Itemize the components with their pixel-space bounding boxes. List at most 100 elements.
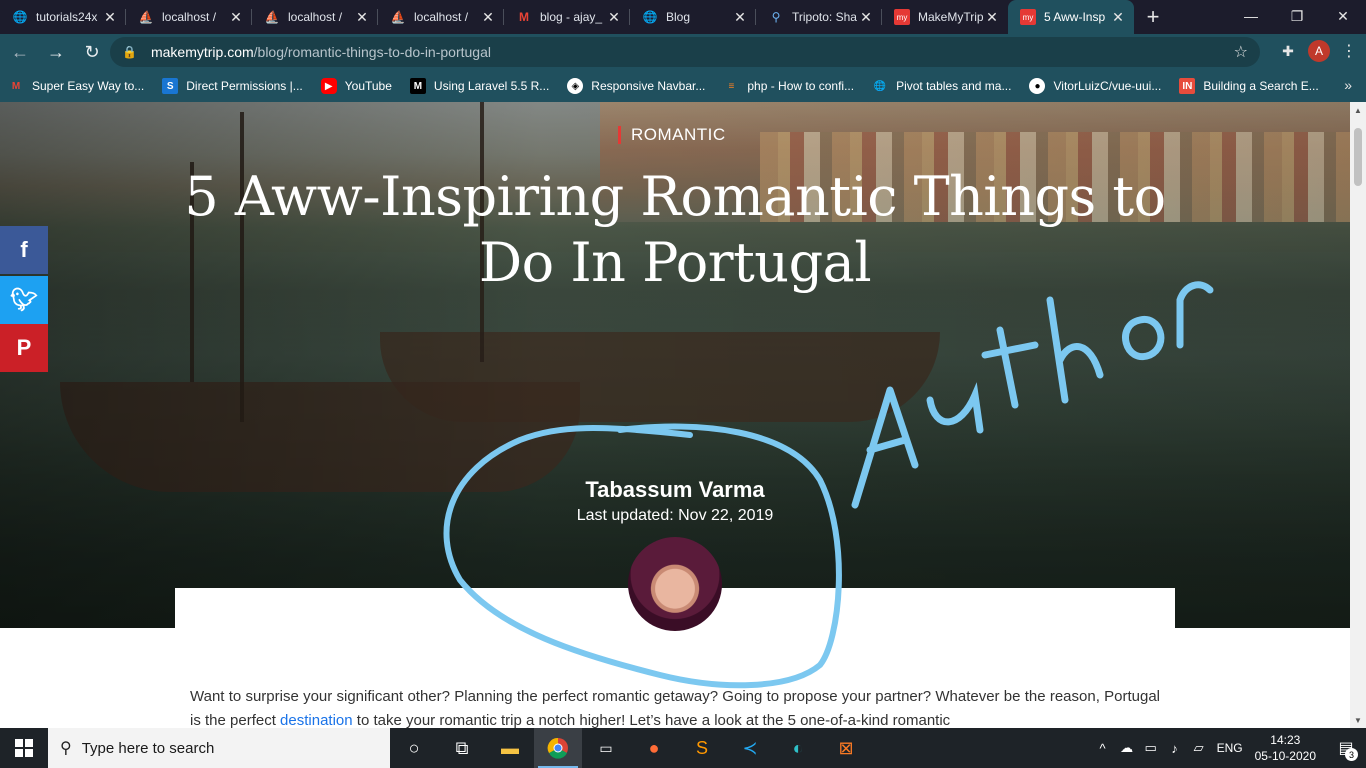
postman-icon[interactable]: ● [630, 728, 678, 768]
reload-button[interactable]: ↻ [76, 36, 108, 68]
windows-logo-icon [15, 739, 33, 757]
clock-time: 14:23 [1270, 733, 1301, 747]
back-button[interactable]: ← [4, 36, 36, 68]
twitter-icon: 🐦︎ [10, 287, 38, 312]
close-icon[interactable]: ✕ [1110, 9, 1126, 25]
close-icon[interactable]: ✕ [732, 9, 748, 25]
bookmark-item[interactable]: ▶ YouTube [320, 78, 392, 94]
new-tab-button[interactable]: + [1138, 0, 1168, 34]
tab-label: localhost / [414, 10, 469, 24]
clock[interactable]: 14:23 05-10-2020 [1255, 732, 1316, 764]
close-icon[interactable]: ✕ [984, 9, 1000, 25]
phpmyadmin-icon: ⛵ [390, 10, 406, 24]
bookmark-item[interactable]: S Direct Permissions |... [162, 78, 303, 94]
tab-blog[interactable]: 🌐 Blog ✕ [630, 0, 756, 34]
destination-link[interactable]: destination [280, 712, 353, 728]
battery-icon[interactable]: ▱ [1187, 740, 1211, 756]
scrollbar-thumb[interactable] [1354, 128, 1362, 186]
author-name[interactable]: Tabassum Varma [475, 477, 875, 503]
extensions-puzzle-icon[interactable]: ✚ [1278, 41, 1298, 61]
bookmark-label: YouTube [344, 79, 392, 93]
bookmark-item[interactable]: M Super Easy Way to... [8, 78, 144, 94]
forward-button[interactable]: → [40, 36, 72, 68]
tab-label: Tripoto: Sha [792, 10, 857, 24]
close-window-icon[interactable]: ✕ [1320, 0, 1366, 32]
stackoverflow-icon: ≡ [728, 80, 735, 92]
bookmark-label: php - How to confi... [747, 79, 855, 93]
bookmark-label: Super Easy Way to... [32, 79, 145, 93]
bookmark-item[interactable]: M Using Laravel 5.5 R... [409, 78, 550, 94]
search-icon: ⚲ [60, 740, 72, 757]
tab-localhost-3[interactable]: ⛵ localhost / ✕ [378, 0, 504, 34]
close-icon[interactable]: ✕ [354, 9, 370, 25]
bookmark-item[interactable]: ≡ php - How to confi... [723, 78, 854, 94]
windows-taskbar: ⚲ Type here to search ○ ⧉ ▬ ▭ ● S ≺ ◐ ⊠ … [0, 728, 1366, 768]
restore-icon[interactable]: ❐ [1274, 0, 1320, 32]
bookmark-star-icon[interactable]: ☆ [1234, 42, 1248, 62]
task-view-icon[interactable]: ⧉ [438, 728, 486, 768]
chrome-icon[interactable] [534, 728, 582, 768]
bookmarks-overflow-icon[interactable]: » [1344, 77, 1352, 93]
terminal-icon[interactable]: ▭ [582, 728, 630, 768]
tab-makemytrip[interactable]: my MakeMyTrip ✕ [882, 0, 1008, 34]
tab-strip: 🌐 tutorials24x ✕ ⛵ localhost / ✕ ⛵ local… [0, 0, 1366, 34]
github-icon: ● [1029, 78, 1046, 94]
pinterest-share-button[interactable]: P [0, 324, 48, 372]
author-avatar[interactable] [628, 537, 722, 631]
bookmark-label: Responsive Navbar... [591, 79, 706, 93]
tab-tripoto[interactable]: ⚲ Tripoto: Sha ✕ [756, 0, 882, 34]
xampp-icon[interactable]: ⊠ [822, 728, 870, 768]
close-icon[interactable]: ✕ [606, 9, 622, 25]
facebook-share-button[interactable]: f [0, 226, 48, 274]
volume-icon[interactable]: ♪ [1163, 741, 1187, 756]
network-icon[interactable]: ▭ [1139, 740, 1163, 756]
url-path: /blog/romantic-things-to-do-in-portugal [253, 44, 491, 60]
tab-active-article[interactable]: my 5 Aww-Insp ✕ [1008, 0, 1134, 34]
edge-icon[interactable]: ◐ [774, 728, 822, 768]
close-icon[interactable]: ✕ [858, 9, 874, 25]
sublime-text-icon[interactable]: S [678, 728, 726, 768]
input-language[interactable]: ENG [1217, 741, 1243, 755]
page-scrollbar[interactable]: ▲ ▼ [1350, 102, 1366, 728]
close-icon[interactable]: ✕ [102, 9, 118, 25]
tab-label: blog - ajay_ [540, 10, 603, 24]
phpmyadmin-icon: ⛵ [138, 10, 154, 24]
bookmark-item[interactable]: 🌐 Pivot tables and ma... [872, 78, 1012, 94]
cortana-icon[interactable]: ○ [390, 728, 438, 768]
s-icon: S [162, 78, 179, 94]
makemytrip-icon: my [894, 9, 910, 25]
scroll-down-arrow-icon[interactable]: ▼ [1350, 712, 1366, 728]
gmail-icon: M [519, 10, 529, 24]
twitter-share-button[interactable]: 🐦︎ [0, 276, 48, 324]
close-icon[interactable]: ✕ [228, 9, 244, 25]
minimize-icon[interactable]: — [1228, 0, 1274, 32]
tab-localhost-2[interactable]: ⛵ localhost / ✕ [252, 0, 378, 34]
bookmark-label: Direct Permissions |... [186, 79, 303, 93]
file-explorer-icon[interactable]: ▬ [486, 728, 534, 768]
lock-icon[interactable]: 🔒 [122, 45, 137, 59]
article-body-line: to take your romantic trip a notch highe… [352, 712, 951, 728]
bookmark-label: Using Laravel 5.5 R... [433, 79, 550, 93]
bookmark-item[interactable]: ◈ Responsive Navbar... [567, 78, 705, 94]
profile-avatar[interactable]: A [1308, 40, 1330, 62]
tab-tutorials24x[interactable]: 🌐 tutorials24x ✕ [0, 0, 126, 34]
start-button[interactable] [0, 728, 48, 768]
notifications-button[interactable]: ▤ 3 [1326, 728, 1366, 768]
category-tag[interactable]: ROMANTIC [618, 125, 726, 145]
menu-kebab-icon[interactable]: ⋮ [1340, 41, 1358, 61]
browser-window: 🌐 tutorials24x ✕ ⛵ localhost / ✕ ⛵ local… [0, 0, 1366, 768]
article-intro: Want to surprise your significant other?… [190, 685, 1160, 728]
browser-toolbar: ← → ↻ 🔒 makemytrip.com/blog/romantic-thi… [0, 34, 1366, 70]
bookmark-item[interactable]: ● VitorLuizC/vue-uui... [1029, 78, 1161, 94]
address-bar[interactable]: 🔒 makemytrip.com/blog/romantic-things-to… [110, 37, 1260, 67]
scroll-up-arrow-icon[interactable]: ▲ [1350, 102, 1366, 118]
taskbar-search[interactable]: ⚲ Type here to search [48, 728, 390, 768]
close-icon[interactable]: ✕ [480, 9, 496, 25]
tab-localhost-1[interactable]: ⛵ localhost / ✕ [126, 0, 252, 34]
vscode-icon[interactable]: ≺ [726, 728, 774, 768]
show-hidden-icons-icon[interactable]: ^ [1091, 741, 1115, 756]
tab-blog-gmail[interactable]: M blog - ajay_ ✕ [504, 0, 630, 34]
bookmark-item[interactable]: IN Building a Search E... [1179, 78, 1319, 94]
globe-icon: 🌐 [642, 10, 658, 24]
onedrive-icon[interactable]: ☁ [1115, 740, 1139, 756]
